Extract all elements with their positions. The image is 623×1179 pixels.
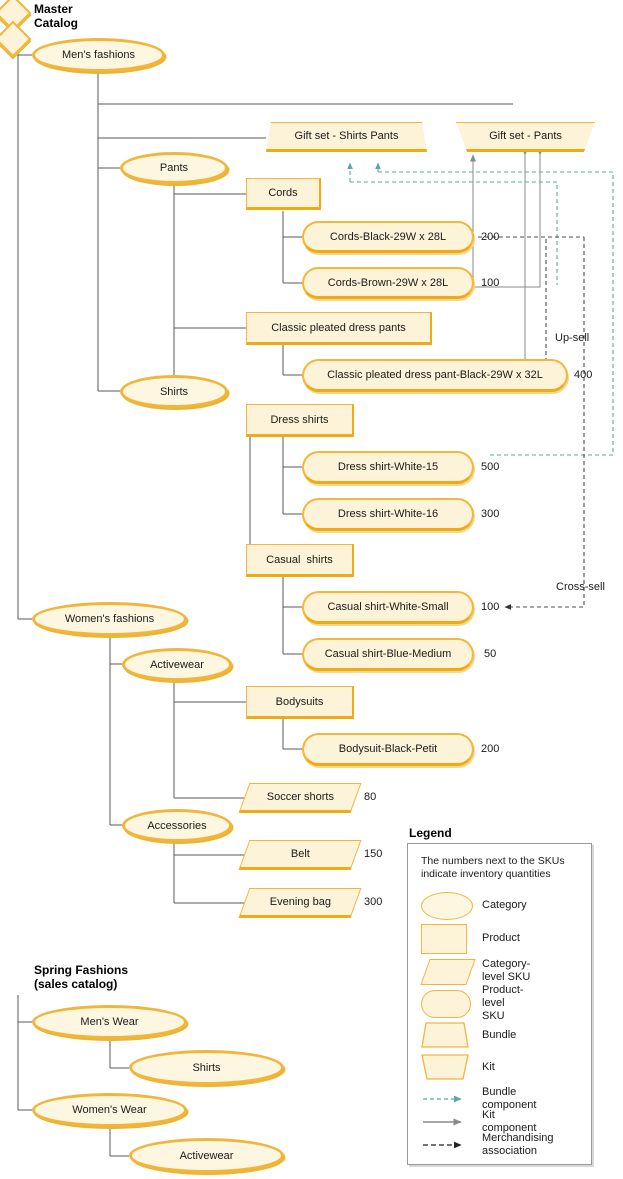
node-label: Pants — [159, 162, 189, 174]
legend-item-label: Product — [482, 931, 520, 944]
qty-soccer-shorts: 80 — [364, 791, 377, 803]
node-label: Casual shirts — [266, 553, 333, 566]
node-label: Gift set - Pants — [489, 130, 562, 142]
qty-classic-pleated-dress-pant-black: 400 — [574, 369, 593, 381]
legend-title: Legend — [409, 826, 452, 840]
qty-evening-bag: 300 — [364, 896, 383, 908]
product-level-sku-shape-icon — [421, 990, 471, 1018]
node-spring-mens-wear[interactable]: Men's Wear — [32, 1005, 187, 1039]
node-casual-shirt-white-small[interactable]: Casual shirt-White-Small — [302, 591, 474, 624]
node-spring-womens-wear[interactable]: Women's Wear — [32, 1093, 187, 1127]
node-gift-set-shirts-pants[interactable]: Gift set - Shirts Pants — [266, 122, 427, 152]
merchandising-association-line-icon — [423, 1141, 462, 1149]
category-level-sku-shape-icon — [420, 959, 476, 985]
node-label: Bodysuit-Black-Petit — [338, 743, 438, 755]
node-activewear[interactable]: Activewear — [122, 648, 232, 681]
node-label: Activewear — [150, 658, 204, 671]
legend-item-label: Merchandising association — [482, 1132, 554, 1157]
node-shirts[interactable]: Shirts — [120, 375, 228, 408]
node-accessories[interactable]: Accessories — [122, 809, 232, 842]
legend-note: The numbers next to the SKUs indicate in… — [421, 855, 565, 880]
node-cords-brown[interactable]: Cords-Brown-29W x 28L — [302, 267, 474, 299]
node-dress-shirt-white-16[interactable]: Dress shirt-White-16 — [302, 498, 474, 531]
node-label: Classic pleated dress pant-Black-29W x 3… — [327, 369, 543, 381]
node-label: Shirts — [192, 1061, 221, 1074]
node-soccer-shorts[interactable]: Soccer shorts — [238, 783, 362, 813]
node-label: Cords — [268, 187, 298, 199]
qty-belt: 150 — [364, 848, 383, 860]
node-label: Men's fashions — [61, 49, 136, 61]
product-shape-icon — [421, 924, 467, 954]
node-casual-shirt-blue-medium[interactable]: Casual shirt-Blue-Medium — [302, 638, 474, 671]
annotation-up-sell: Up-sell — [555, 332, 590, 344]
node-pants[interactable]: Pants — [120, 152, 228, 184]
node-evening-bag[interactable]: Evening bag — [238, 888, 362, 918]
qty-bodysuit-black-petit: 200 — [481, 743, 500, 755]
node-label: Cords-Brown-29W x 28L — [327, 276, 449, 289]
node-womens-fashions[interactable]: Women's fashions — [32, 602, 187, 636]
legend-item-label: Category-level SKU — [482, 958, 531, 983]
diagram-canvas: Master Catalog Men's fashions Gift set -… — [0, 0, 623, 1179]
legend-item-label: Bundle — [482, 1028, 517, 1041]
node-bodysuits[interactable]: Bodysuits — [246, 686, 354, 719]
legend-item-label: Category — [482, 898, 527, 911]
kit-shape-icon — [421, 1054, 469, 1080]
qty-dress-shirt-white-15: 500 — [481, 461, 500, 473]
qty-casual-shirt-white-small: 100 — [481, 601, 500, 613]
node-label: Gift set - Shirts Pants — [294, 130, 399, 142]
node-label: Belt — [290, 848, 310, 860]
node-label: Casual shirt-White-Small — [327, 601, 449, 613]
node-spring-shirts[interactable]: Shirts — [129, 1050, 284, 1085]
node-gift-set-pants[interactable]: Gift set - Pants — [456, 122, 595, 152]
node-label: Bodysuits — [275, 695, 324, 708]
node-label: Dress shirts — [270, 413, 329, 426]
node-dress-shirts[interactable]: Dress shirts — [246, 404, 354, 437]
node-dress-shirt-white-15[interactable]: Dress shirt-White-15 — [302, 451, 474, 484]
node-label: Classic pleated dress pants — [271, 321, 406, 334]
node-label: Dress shirt-White-16 — [337, 508, 439, 520]
category-shape-icon — [421, 892, 473, 920]
node-label: Soccer shorts — [266, 791, 334, 803]
node-label: Shirts — [159, 385, 189, 398]
node-label: Activewear — [179, 1149, 234, 1162]
master-catalog-title: Master Catalog — [34, 2, 79, 30]
node-bodysuit-black-petit[interactable]: Bodysuit-Black-Petit — [302, 733, 474, 766]
node-label: Accessories — [147, 819, 207, 832]
node-cords[interactable]: Cords — [246, 178, 321, 210]
node-mens-fashions[interactable]: Men's fashions — [32, 38, 165, 72]
node-casual-shirts[interactable]: Casual shirts — [246, 544, 354, 577]
node-label: Women's fashions — [64, 613, 155, 625]
node-label: Casual shirt-Blue-Medium — [324, 648, 452, 660]
qty-dress-shirt-white-16: 300 — [481, 508, 500, 520]
node-label: Men's Wear — [80, 1016, 139, 1028]
legend-item-label: Kit — [482, 1060, 495, 1073]
node-classic-pleated-dress-pants[interactable]: Classic pleated dress pants — [246, 312, 432, 345]
node-label: Cords-Black-29W x 28L — [329, 230, 447, 243]
bundle-shape-icon — [421, 1022, 469, 1048]
node-cords-black[interactable]: Cords-Black-29W x 28L — [302, 221, 474, 253]
qty-cords-brown: 100 — [481, 277, 500, 289]
annotation-cross-sell: Cross-sell — [556, 581, 605, 593]
spring-catalog-title: Spring Fashions (sales catalog) — [34, 963, 129, 991]
qty-casual-shirt-blue-medium: 50 — [484, 648, 497, 660]
legend-item-label: Product-level SKU — [482, 983, 524, 1022]
node-belt[interactable]: Belt — [238, 840, 362, 870]
node-classic-pleated-dress-pant-black[interactable]: Classic pleated dress pant-Black-29W x 3… — [302, 359, 568, 392]
node-label: Evening bag — [269, 896, 331, 908]
node-label: Dress shirt-White-15 — [337, 461, 439, 473]
node-spring-activewear[interactable]: Activewear — [129, 1138, 284, 1173]
node-label: Women's Wear — [72, 1104, 147, 1116]
qty-cords-black: 200 — [481, 231, 500, 243]
